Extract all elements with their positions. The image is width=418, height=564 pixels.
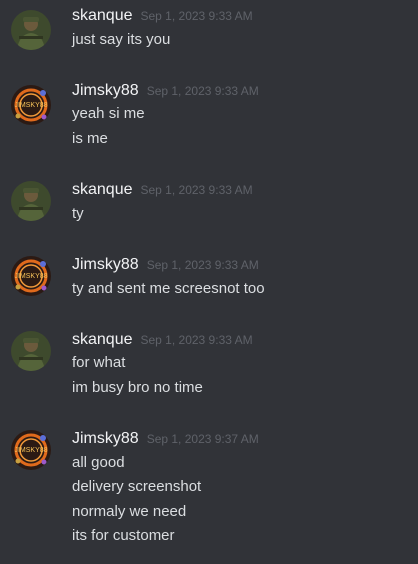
timestamp[interactable]: Sep 1, 2023 9:33 AM <box>141 333 253 347</box>
timestamp[interactable]: Sep 1, 2023 9:33 AM <box>147 258 259 272</box>
soldier-avatar[interactable] <box>11 331 51 371</box>
username[interactable]: skanque <box>72 331 133 348</box>
message-text: ty and sent me screesnot too <box>72 280 265 297</box>
username[interactable]: skanque <box>72 181 133 198</box>
message-text: all good <box>72 454 125 471</box>
ring-logo-text: JIMSKY88 <box>14 273 47 280</box>
soldier-avatar[interactable] <box>11 10 51 50</box>
timestamp[interactable]: Sep 1, 2023 9:33 AM <box>141 9 253 23</box>
username[interactable]: Jimsky88 <box>72 430 139 447</box>
message-header: skanque Sep 1, 2023 9:33 AM <box>72 331 253 349</box>
message-text: ty <box>72 205 84 222</box>
message-text: just say its you <box>72 31 171 48</box>
soldier-avatar[interactable] <box>11 181 51 221</box>
message-text: normaly we need <box>72 503 187 520</box>
timestamp[interactable]: Sep 1, 2023 9:33 AM <box>141 183 253 197</box>
message-text: for what <box>72 354 126 371</box>
timestamp[interactable]: Sep 1, 2023 9:33 AM <box>147 84 259 98</box>
message-header: Jimsky88 Sep 1, 2023 9:33 AM <box>72 82 259 100</box>
message-text: its for customer <box>72 527 175 544</box>
message-header: skanque Sep 1, 2023 9:33 AM <box>72 7 253 25</box>
ring-logo-text: JIMSKY88 <box>14 102 47 109</box>
username[interactable]: skanque <box>72 7 133 24</box>
username[interactable]: Jimsky88 <box>72 82 139 99</box>
message-text: yeah si me <box>72 105 145 122</box>
message-text: im busy bro no time <box>72 379 203 396</box>
username[interactable]: Jimsky88 <box>72 256 139 273</box>
ring-logo-avatar[interactable]: JIMSKY88 <box>11 256 51 296</box>
timestamp[interactable]: Sep 1, 2023 9:37 AM <box>147 432 259 446</box>
message-header: skanque Sep 1, 2023 9:33 AM <box>72 181 253 199</box>
message-header: Jimsky88 Sep 1, 2023 9:37 AM <box>72 430 259 448</box>
message-text: is me <box>72 130 108 147</box>
message-header: Jimsky88 Sep 1, 2023 9:33 AM <box>72 256 259 274</box>
ring-logo-text: JIMSKY88 <box>14 447 47 454</box>
ring-logo-avatar[interactable]: JIMSKY88 <box>11 85 51 125</box>
message-text: delivery screenshot <box>72 478 202 495</box>
ring-logo-avatar[interactable]: JIMSKY88 <box>11 430 51 470</box>
